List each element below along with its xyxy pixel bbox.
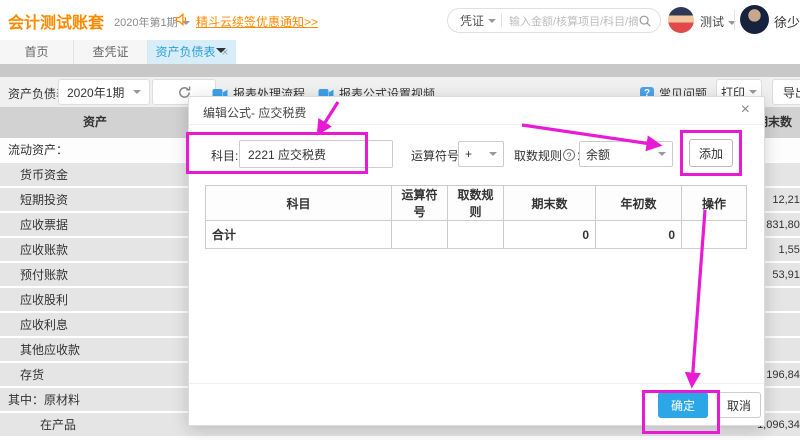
col-rule: 取数规则 [448,186,504,221]
account-owner-name: 徐少春个 [774,12,800,31]
table-header-row: 科目 运算符号 取数规则 期末数 年初数 操作 [206,186,747,221]
search-icon[interactable] [638,14,652,28]
edit-formula-dialog: 编辑公式- 应交税费 × 科目: 运算符号: + 取数规则?： 余额 添加 科目… [188,96,765,426]
dialog-title: 编辑公式- 应交税费 [203,104,306,121]
chevron-down-icon [488,19,496,27]
report-period-select[interactable]: 2020年1期 [58,79,150,105]
account-set-title: 会计测试账套 [8,9,104,33]
divider [0,64,800,77]
total-label: 合计 [206,221,392,249]
col-action: 操作 [682,186,747,221]
cancel-button[interactable]: 取消 [717,392,761,418]
total-action [682,221,747,249]
tab-home[interactable]: 首页 [0,40,74,64]
avatar[interactable] [668,7,694,33]
export-button[interactable]: 导出 [772,79,800,105]
dialog-titlebar: 编辑公式- 应交税费 × [189,97,764,125]
add-button[interactable]: 添加 [689,139,733,167]
col-subject: 科目 [206,186,392,221]
total-opening-value: 0 [596,221,682,249]
chevron-down-icon [489,152,497,160]
rule-label: 取数规则?： [514,143,588,169]
top-header: 会计测试账套 2020年第1期 精斗云续签优惠通知>> 凭证 输入金额/核算项目… [0,0,800,40]
operator-label: 运算符号: [411,143,462,169]
search-category-dropdown[interactable]: 凭证 [460,12,484,29]
search-input[interactable]: 输入金额/核算项目/科目/摘要 [509,13,638,29]
subject-label: 科目: [211,143,238,169]
operator-select[interactable]: + [458,141,504,167]
col-opening: 年初数 [596,186,682,221]
col-closing: 期末数 [504,186,596,221]
subject-input[interactable] [239,140,393,168]
tab-bar: 首页 查凭证 资产负债表× [0,40,800,64]
speaker-icon [174,12,189,27]
confirm-button[interactable]: 确定 [658,392,708,418]
chevron-down-icon [133,90,141,98]
promo-notice-link[interactable]: 精斗云续签优惠通知>> [196,13,318,30]
dialog-footer: 确定 取消 [189,383,764,425]
divider [501,14,502,27]
total-row: 合计 0 0 [206,221,747,249]
formula-items-table: 科目 运算符号 取数规则 期末数 年初数 操作 合计 0 0 [205,185,747,249]
total-operator [392,221,448,249]
chevron-down-icon [658,152,666,160]
total-rule [448,221,504,249]
app-window: 会计测试账套 2020年第1期 精斗云续签优惠通知>> 凭证 输入金额/核算项目… [0,0,800,440]
col-operator: 运算符号 [392,186,448,221]
rule-select[interactable]: 余额 [579,141,673,167]
avatar[interactable] [740,5,769,34]
tab-list-dropdown-icon[interactable] [216,48,226,58]
total-closing-value: 0 [504,221,596,249]
divider [734,10,735,30]
assets-column-header: 资产 [0,107,190,138]
user-menu[interactable]: 测试 [700,13,736,30]
tab-vouchers[interactable]: 查凭证 [74,40,148,64]
close-icon[interactable]: × [741,101,750,119]
help-icon[interactable]: ? [563,149,575,161]
global-search[interactable]: 凭证 输入金额/核算项目/科目/摘要 [447,8,661,33]
